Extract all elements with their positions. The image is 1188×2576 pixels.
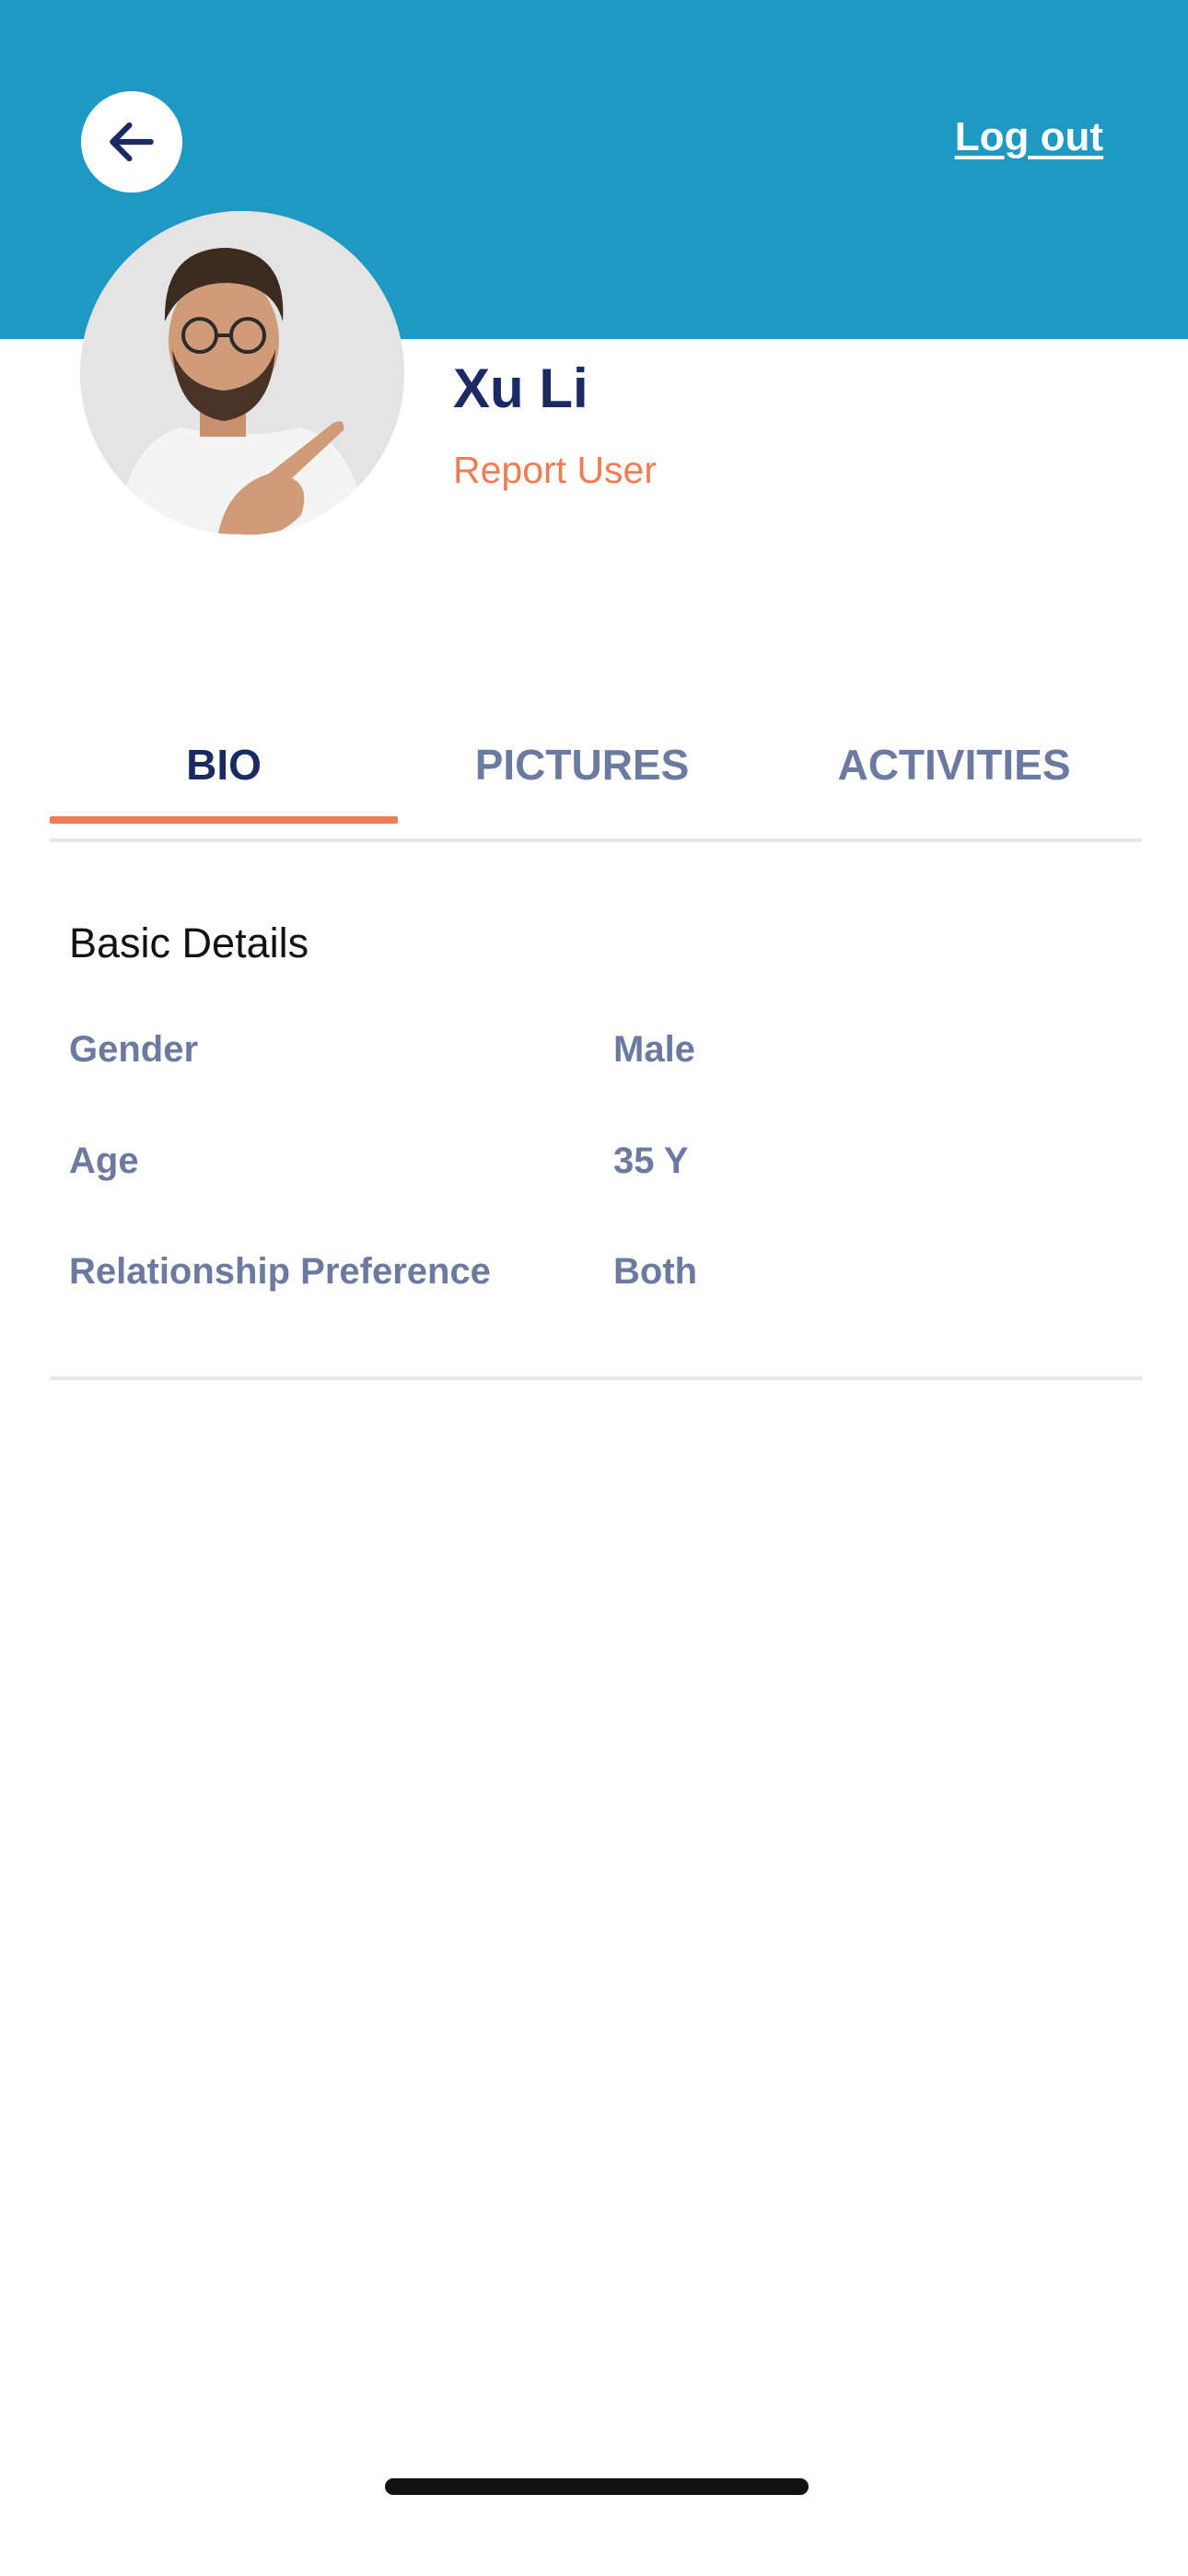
gender-label: Gender — [69, 1029, 199, 1070]
tab-activities[interactable]: ACTIVITIES — [766, 700, 1142, 829]
report-user-link[interactable]: Report User — [453, 449, 657, 492]
home-indicator[interactable] — [385, 2478, 809, 2495]
relationship-preference-value: Both — [613, 1251, 698, 1292]
age-label: Age — [69, 1141, 139, 1181]
back-button[interactable] — [81, 91, 182, 193]
relationship-preference-label: Relationship Preference — [69, 1251, 491, 1292]
avatar — [80, 211, 404, 535]
profile-tabs: BIO PICTURES ACTIVITIES — [50, 700, 1142, 829]
details-divider — [50, 1376, 1142, 1380]
logout-link[interactable]: Log out — [955, 114, 1103, 160]
user-photo — [80, 211, 404, 535]
tabs-divider — [50, 838, 1142, 842]
basic-details-title: Basic Details — [69, 919, 309, 966]
arrow-left-icon — [110, 122, 154, 162]
tab-bio[interactable]: BIO — [50, 700, 398, 829]
tab-pictures[interactable]: PICTURES — [398, 700, 766, 829]
user-name: Xu Li — [453, 357, 588, 419]
active-tab-indicator — [50, 816, 398, 824]
gender-value: Male — [613, 1029, 695, 1070]
age-value: 35 Y — [613, 1141, 689, 1181]
